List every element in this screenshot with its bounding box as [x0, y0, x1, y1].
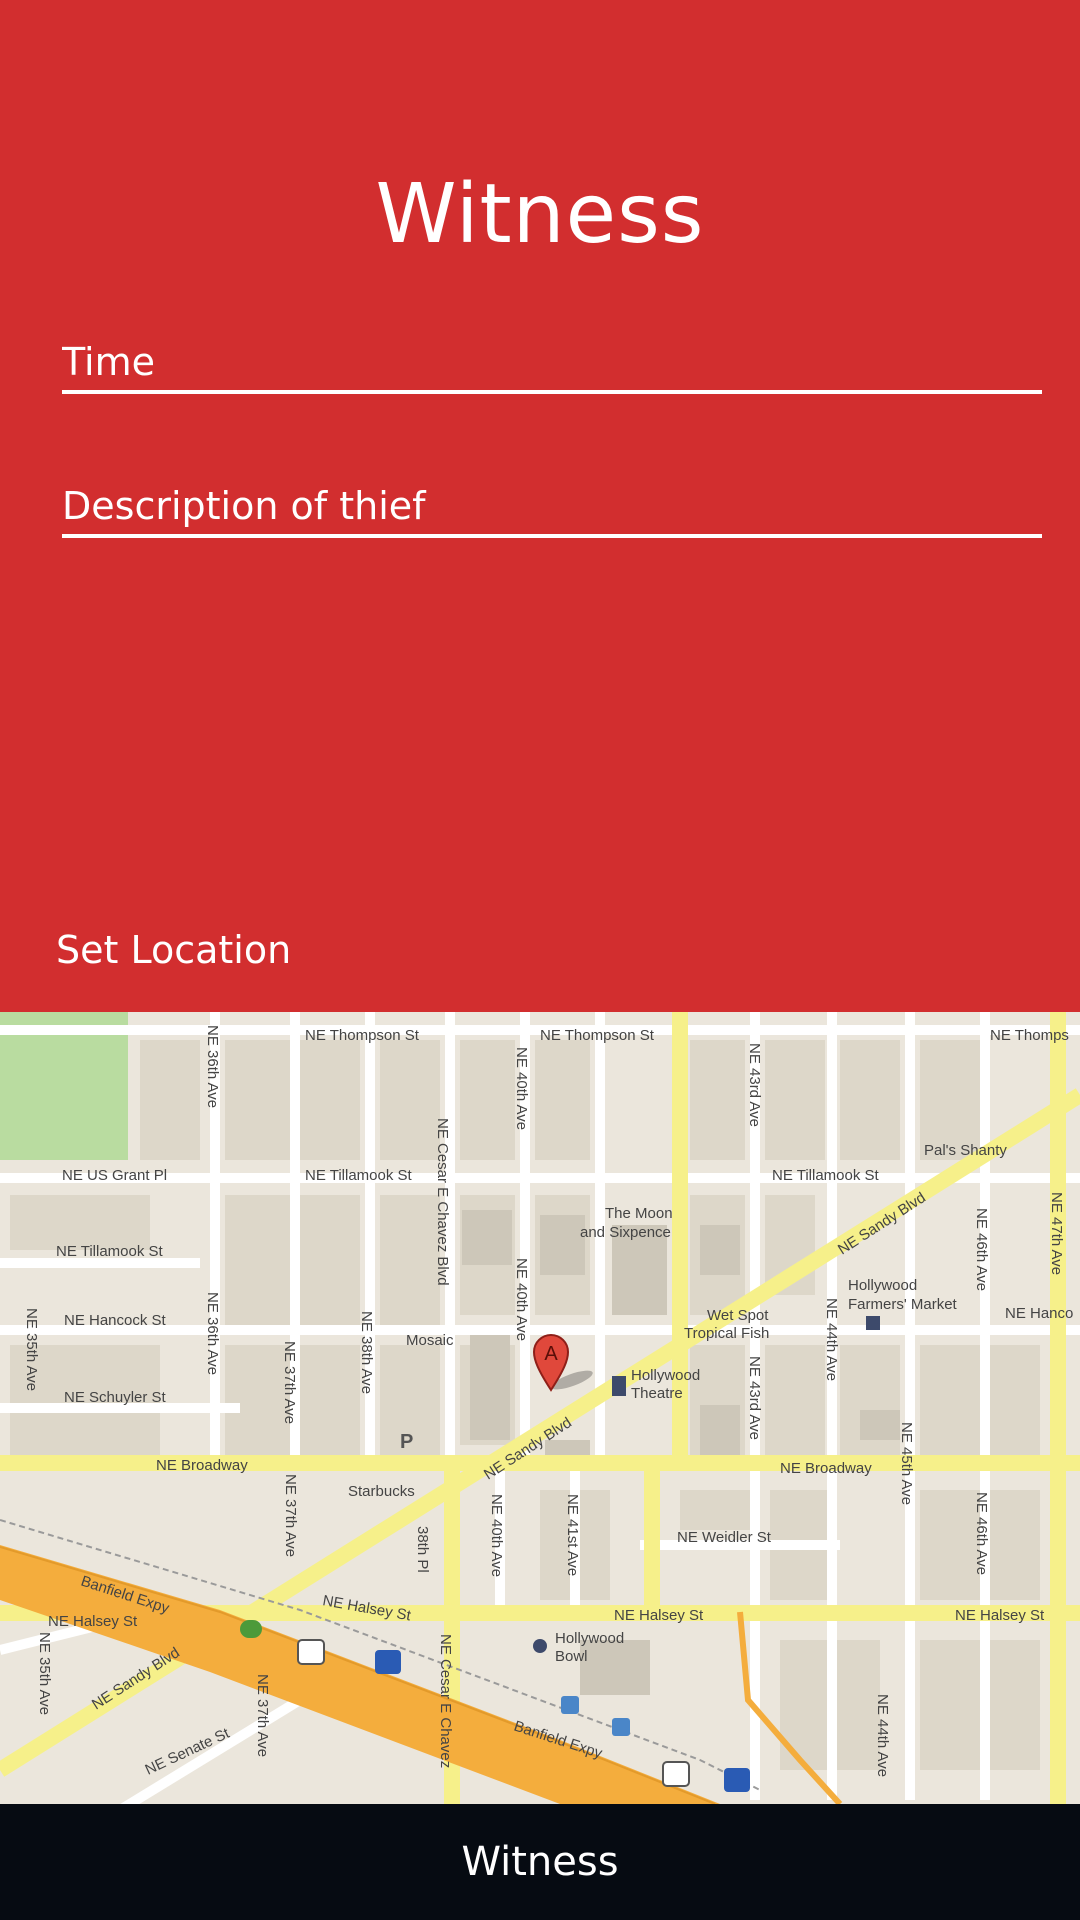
place-label: Starbucks [348, 1483, 415, 1500]
street-label: NE Tillamook St [772, 1167, 880, 1184]
i-84-shield-icon [375, 1650, 401, 1674]
us-30-shield-icon [297, 1639, 325, 1665]
street-label: NE 47th Ave [1048, 1192, 1065, 1275]
place-label: Theatre [631, 1385, 683, 1402]
street-label: NE Broadway [156, 1457, 248, 1474]
place-label: Tropical Fish [684, 1325, 769, 1342]
location-map[interactable]: P NE Thompson St NE Thompson St NE Thomps N… [0, 1012, 1080, 1804]
place-label: Pal's Shanty [924, 1142, 1007, 1159]
theatre-icon [612, 1376, 626, 1396]
exit-2-icon [240, 1620, 262, 1638]
street-label: NE 44th Ave [874, 1694, 891, 1777]
i-84-shield-icon-2 [724, 1768, 750, 1792]
street-label: NE Tillamook St [305, 1167, 413, 1184]
street-label: NE 46th Ave [973, 1208, 990, 1291]
street-label: NE 36th Ave [204, 1292, 221, 1375]
street-label: NE Thompson St [305, 1027, 420, 1044]
street-label: NE 35th Ave [23, 1308, 40, 1391]
description-of-thief-input[interactable] [62, 478, 1042, 534]
witness-form-panel: Witness Set Location [0, 0, 1080, 1012]
street-label: NE 37th Ave [281, 1341, 298, 1424]
bowling-icon [533, 1639, 547, 1653]
street-label: NE 40th Ave [488, 1494, 505, 1577]
description-field[interactable] [62, 478, 1042, 538]
place-label: Mosaic [406, 1332, 454, 1349]
transit-icon-2 [612, 1718, 630, 1736]
street-label: NE Schuyler St [64, 1389, 167, 1406]
place-label: Farmers' Market [848, 1296, 958, 1313]
street-label: NE Weidler St [677, 1529, 772, 1546]
street-label: NE Broadway [780, 1460, 872, 1477]
street-label: NE 44th Ave [823, 1298, 840, 1381]
street-label: NE Hancock St [64, 1312, 167, 1329]
street-label: NE Halsey St [614, 1607, 704, 1624]
street-label: NE 38th Ave [358, 1311, 375, 1394]
street-label: NE Hanco [1005, 1305, 1073, 1322]
street-label: NE Tillamook St [56, 1243, 164, 1260]
street-label: NE 36th Ave [204, 1025, 221, 1108]
marker-label: A [544, 1343, 558, 1365]
street-label: NE 40th Ave [513, 1258, 530, 1341]
place-label: Hollywood [555, 1630, 624, 1647]
street-label: NE 37th Ave [254, 1674, 271, 1757]
street-label: NE 40th Ave [513, 1047, 530, 1130]
street-label: NE 37th Ave [282, 1474, 299, 1557]
bottom-bar-title: Witness [461, 1839, 619, 1885]
market-icon [866, 1316, 880, 1330]
bottom-bar: Witness [0, 1804, 1080, 1920]
place-label: The Moon [605, 1205, 673, 1222]
place-label: and Sixpence [580, 1224, 671, 1241]
time-input[interactable] [62, 334, 1042, 390]
street-label: NE 35th Ave [36, 1632, 53, 1715]
street-label: NE 46th Ave [973, 1492, 990, 1575]
street-label: NE Halsey St [48, 1613, 138, 1630]
transit-icon [561, 1696, 579, 1714]
street-label: NE Cesar E Chavez [437, 1634, 454, 1768]
page-title: Witness [375, 167, 705, 262]
street-label: NE 43rd Ave [746, 1043, 763, 1127]
parking-icon: P [400, 1431, 413, 1453]
us-30-shield-icon-2 [662, 1761, 690, 1787]
place-label: Hollywood [848, 1277, 917, 1294]
street-label: NE Cesar E Chavez Blvd [434, 1118, 451, 1286]
place-label: Wet Spot [707, 1307, 769, 1324]
set-location-button[interactable]: Set Location [56, 922, 291, 978]
street-label: NE 43rd Ave [746, 1356, 763, 1440]
time-field[interactable] [62, 334, 1042, 394]
street-label: NE Thompson St [540, 1027, 655, 1044]
place-label: Hollywood [631, 1367, 700, 1384]
street-label: NE 41st Ave [564, 1494, 581, 1576]
street-label: 38th Pl [414, 1526, 431, 1573]
street-label: NE Halsey St [955, 1607, 1045, 1624]
street-label: NE 45th Ave [898, 1422, 915, 1505]
map-canvas[interactable]: P NE Thompson St NE Thompson St NE Thomps N… [0, 1012, 1080, 1804]
street-label: NE Thomps [990, 1027, 1069, 1044]
place-label: Bowl [555, 1648, 588, 1665]
street-label: NE US Grant Pl [62, 1167, 167, 1184]
